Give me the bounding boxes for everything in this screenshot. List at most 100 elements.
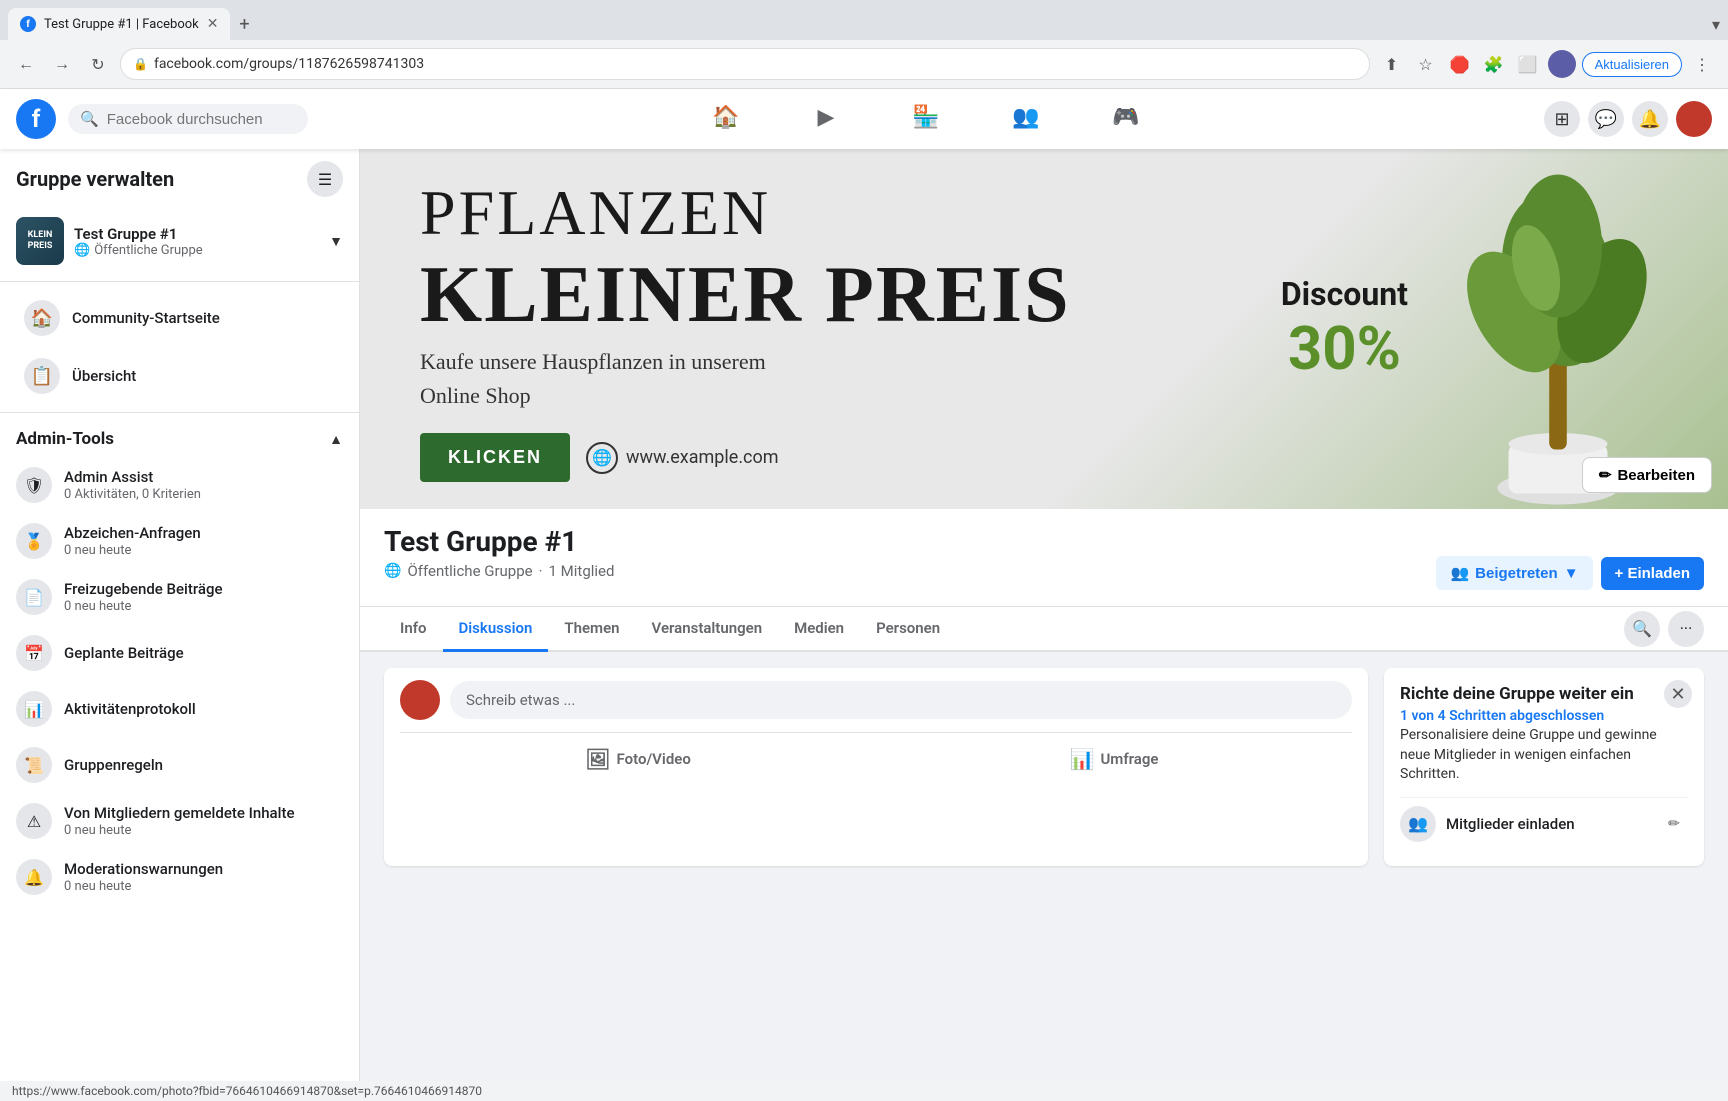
post-box: Schreib etwas ... 🖼 Foto/Video 📊 Umfrage — [384, 668, 1368, 866]
admin-item-badges[interactable]: 🏅 Abzeichen-Anfragen 0 neu heute — [0, 513, 359, 569]
bookmark-icon[interactable]: ☆ — [1412, 50, 1440, 78]
umfrage-icon: 📊 — [1070, 747, 1095, 771]
admin-tools-header[interactable]: Admin-Tools ▲ — [0, 421, 359, 457]
group-type-text: Öffentliche Gruppe — [407, 562, 532, 580]
nav-home[interactable]: 🏠 — [676, 93, 776, 145]
messenger-icon-btn[interactable]: 💬 — [1588, 101, 1624, 137]
invite-button[interactable]: + Einladen — [1601, 557, 1704, 590]
tab-themen[interactable]: Themen — [548, 607, 635, 652]
fb-search-bar[interactable]: 🔍 — [68, 104, 308, 134]
apps-icon-btn[interactable]: ⊞ — [1544, 101, 1580, 137]
group-title: Test Gruppe #1 — [384, 525, 1704, 558]
cta-url-text: www.example.com — [626, 447, 779, 468]
nav-marketplace[interactable]: 🏪 — [876, 93, 976, 145]
setup-progress: 1 von 4 Schritten abgeschlossen — [1400, 708, 1688, 724]
new-tab-button[interactable]: + — [230, 10, 258, 38]
beigetreten-button[interactable]: 👥 Beigetreten ▼ — [1436, 556, 1592, 590]
discount-value: 30% — [1281, 313, 1408, 384]
nav-gaming[interactable]: 🎮 — [1076, 93, 1176, 145]
setup-edit-button[interactable]: ✏ — [1660, 810, 1688, 838]
setup-close-button[interactable]: ✕ — [1664, 680, 1692, 708]
admin-item-gemeldet[interactable]: ⚠ Von Mitgliedern gemeldete Inhalte 0 ne… — [0, 793, 359, 849]
sidebar-item-overview[interactable]: 📋 Übersicht — [8, 348, 351, 404]
tab-personen[interactable]: Personen — [860, 607, 956, 652]
setup-description: Personalisiere deine Gruppe und gewinne … — [1400, 726, 1688, 785]
admin-item-assist[interactable]: 🛡 Admin Assist 0 Aktivitäten, 0 Kriterie… — [0, 457, 359, 513]
sidebar-toggle-icon[interactable]: ☰ — [307, 161, 343, 197]
admin-item-geplante[interactable]: 📅 Geplante Beiträge — [0, 625, 359, 681]
edit-icon: ✏ — [1599, 466, 1612, 484]
tab-menu-button[interactable]: ▾ — [1712, 15, 1720, 34]
tab-favicon: f — [20, 16, 36, 32]
post-input-field[interactable]: Schreib etwas ... — [450, 681, 1352, 719]
sidebar-divider-2 — [0, 412, 359, 413]
user-avatar[interactable] — [1676, 101, 1712, 137]
group-type-label: 🌐 Öffentliche Gruppe — [74, 243, 319, 258]
geplante-icon: 📅 — [16, 635, 52, 671]
tab-bar: f Test Gruppe #1 | Facebook ✕ + ▾ — [0, 0, 1728, 40]
search-input[interactable] — [107, 111, 296, 128]
share-icon[interactable]: ⬆ — [1378, 50, 1406, 78]
freizugeben-icon: 📄 — [16, 579, 52, 615]
public-icon: 🌐 — [384, 563, 401, 579]
nav-watch[interactable]: ▶ — [776, 93, 876, 145]
badges-label: Abzeichen-Anfragen — [64, 524, 201, 542]
tab-title: Test Gruppe #1 | Facebook — [44, 17, 199, 32]
aktualisieren-button[interactable]: Aktualisieren — [1582, 52, 1682, 77]
photo-video-action[interactable]: 🖼 Foto/Video — [400, 741, 876, 777]
setup-widget: ✕ Richte deine Gruppe weiter ein 1 von 4… — [1384, 668, 1704, 866]
plant-illustration — [1448, 169, 1668, 489]
back-button[interactable]: ← — [12, 50, 40, 78]
admin-item-gruppenregeln[interactable]: 📜 Gruppenregeln — [0, 737, 359, 793]
tab-medien[interactable]: Medien — [778, 607, 860, 652]
cta-button[interactable]: KLICKEN — [420, 433, 570, 482]
admin-item-freizugeben[interactable]: 📄 Freizugebende Beiträge 0 neu heute — [0, 569, 359, 625]
menu-icon[interactable]: ⋮ — [1688, 50, 1716, 78]
moderations-label: Moderationswarnungen — [64, 860, 223, 878]
search-tab-button[interactable]: 🔍 — [1624, 611, 1660, 647]
post-user-avatar — [400, 680, 440, 720]
admin-item-moderations[interactable]: 🔔 Moderationswarnungen 0 neu heute — [0, 849, 359, 905]
nav-groups[interactable]: 👥 — [976, 93, 1076, 145]
gemeldet-count: 0 neu heute — [64, 823, 295, 838]
sidebar-item-community[interactable]: 🏠 Community-Startseite — [8, 290, 351, 346]
fb-logo: f — [16, 99, 56, 139]
notifications-icon-btn[interactable]: 🔔 — [1632, 101, 1668, 137]
reload-button[interactable]: ↻ — [84, 50, 112, 78]
extensions-icon[interactable]: 🧩 — [1480, 50, 1508, 78]
setup-invite-label: Mitglieder einladen — [1446, 815, 1575, 833]
tab-veranstaltungen[interactable]: Veranstaltungen — [636, 607, 779, 652]
address-bar[interactable]: 🔒 facebook.com/groups/1187626598741303 — [120, 48, 1370, 80]
toolbar-actions: ⬆ ☆ 🛑 🧩 ⬜ Aktualisieren ⋮ — [1378, 50, 1716, 78]
browser-chrome: f Test Gruppe #1 | Facebook ✕ + ▾ ← → ↻ … — [0, 0, 1728, 89]
active-tab[interactable]: f Test Gruppe #1 | Facebook ✕ — [8, 8, 230, 40]
tab-diskussion[interactable]: Diskussion — [443, 607, 549, 652]
setup-item-invite[interactable]: 👥 Mitglieder einladen ✏ — [1400, 797, 1688, 850]
group-selector[interactable]: KLEIN PREIS Test Gruppe #1 🌐 Öffentliche… — [0, 209, 359, 273]
umfrage-action[interactable]: 📊 Umfrage — [876, 741, 1352, 777]
more-tab-button[interactable]: ··· — [1668, 611, 1704, 647]
overview-icon: 📋 — [24, 358, 60, 394]
split-view-icon[interactable]: ⬜ — [1514, 50, 1542, 78]
community-icon: 🏠 — [24, 300, 60, 336]
lock-icon: 🔒 — [133, 57, 148, 71]
admin-item-aktivitaeten[interactable]: 📊 Aktivitätenprotokoll — [0, 681, 359, 737]
badges-icon: 🏅 — [16, 523, 52, 559]
gruppenregeln-icon: 📜 — [16, 747, 52, 783]
fb-main: Gruppe verwalten ☰ KLEIN PREIS Test Grup… — [0, 149, 1728, 1081]
admin-tools-title: Admin-Tools — [16, 429, 114, 449]
group-dropdown-arrow[interactable]: ▼ — [329, 233, 343, 250]
adblock-icon[interactable]: 🛑 — [1446, 50, 1474, 78]
sidebar-header: Gruppe verwalten ☰ — [0, 161, 359, 209]
admin-assist-label: Admin Assist — [64, 468, 201, 486]
photo-video-label: Foto/Video — [617, 750, 691, 768]
forward-button[interactable]: → — [48, 50, 76, 78]
close-tab-button[interactable]: ✕ — [207, 16, 219, 32]
search-icon: 🔍 — [80, 110, 99, 128]
cover-edit-button[interactable]: ✏ Bearbeiten — [1582, 457, 1712, 493]
collapse-admin-tools-icon[interactable]: ▲ — [329, 431, 343, 448]
cta-url: 🌐 www.example.com — [586, 442, 779, 474]
browser-profile-button[interactable] — [1548, 50, 1576, 78]
tab-actions: 🔍 ··· — [1624, 611, 1704, 647]
tab-info[interactable]: Info — [384, 607, 443, 652]
